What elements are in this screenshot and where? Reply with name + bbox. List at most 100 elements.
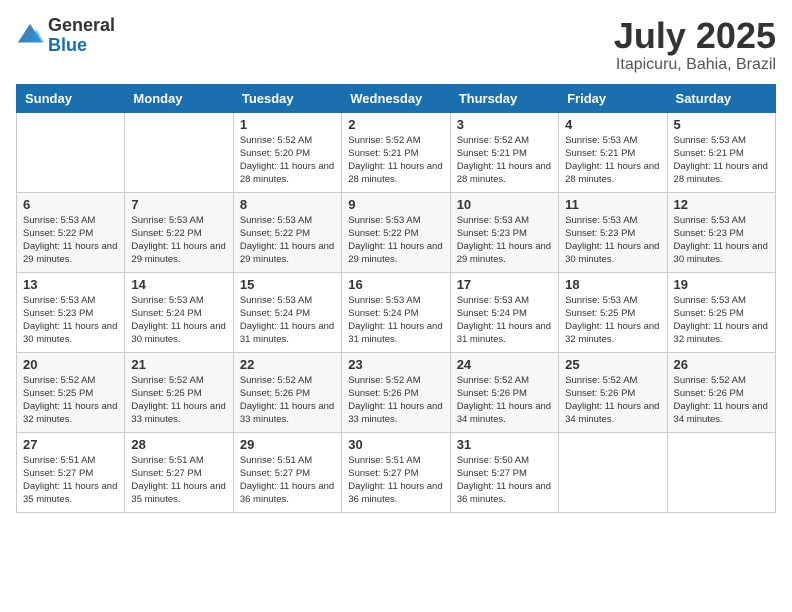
day-info: Sunrise: 5:53 AM Sunset: 5:23 PM Dayligh… <box>565 214 660 267</box>
calendar-day-cell <box>559 432 667 512</box>
logo-general-text: General <box>48 16 115 36</box>
calendar-day-cell: 25 Sunrise: 5:52 AM Sunset: 5:26 PM Dayli… <box>559 352 667 432</box>
calendar-day-cell: 11 Sunrise: 5:53 AM Sunset: 5:23 PM Dayli… <box>559 192 667 272</box>
day-info: Sunrise: 5:51 AM Sunset: 5:27 PM Dayligh… <box>131 454 226 507</box>
page-header: General Blue July 2025 Itapicuru, Bahia,… <box>16 16 776 74</box>
calendar-day-cell: 10Sunrise: 5:53 AM Sunset: 5:23 PM Dayli… <box>450 192 558 272</box>
logo-blue-text: Blue <box>48 36 115 56</box>
day-of-week-header: Friday <box>559 84 667 112</box>
day-info: Sunrise: 5:53 AM Sunset: 5:21 PM Dayligh… <box>674 134 769 187</box>
day-number: 24 <box>457 357 552 372</box>
calendar-day-cell: 1Sunrise: 5:52 AM Sunset: 5:20 PM Daylig… <box>233 112 341 192</box>
calendar-week-row: 1Sunrise: 5:52 AM Sunset: 5:20 PM Daylig… <box>17 112 776 192</box>
calendar-day-cell: 31Sunrise: 5:50 AM Sunset: 5:27 PM Dayli… <box>450 432 558 512</box>
calendar-day-cell: 9Sunrise: 5:53 AM Sunset: 5:22 PM Daylig… <box>342 192 450 272</box>
calendar-week-row: 27 Sunrise: 5:51 AM Sunset: 5:27 PM Dayli… <box>17 432 776 512</box>
calendar-day-cell: 28 Sunrise: 5:51 AM Sunset: 5:27 PM Dayli… <box>125 432 233 512</box>
day-number: 30 <box>348 437 443 452</box>
calendar-day-cell: 4Sunrise: 5:53 AM Sunset: 5:21 PM Daylig… <box>559 112 667 192</box>
day-number: 11 <box>565 197 660 212</box>
day-info: Sunrise: 5:52 AM Sunset: 5:25 PM Dayligh… <box>131 374 226 427</box>
calendar-day-cell: 14Sunrise: 5:53 AM Sunset: 5:24 PM Dayli… <box>125 272 233 352</box>
day-info: Sunrise: 5:52 AM Sunset: 5:20 PM Dayligh… <box>240 134 335 187</box>
calendar-day-cell: 22 Sunrise: 5:52 AM Sunset: 5:26 PM Dayli… <box>233 352 341 432</box>
calendar-day-cell: 27Sunrise: 5:51 AM Sunset: 5:27 PM Dayli… <box>17 432 125 512</box>
calendar-day-cell: 12 Sunrise: 5:53 AM Sunset: 5:23 PM Dayli… <box>667 192 775 272</box>
calendar-week-row: 6 Sunrise: 5:53 AM Sunset: 5:22 PM Daylig… <box>17 192 776 272</box>
day-info: Sunrise: 5:52 AM Sunset: 5:21 PM Dayligh… <box>348 134 443 187</box>
calendar-week-row: 20Sunrise: 5:52 AM Sunset: 5:25 PM Dayli… <box>17 352 776 432</box>
calendar-day-cell: 17Sunrise: 5:53 AM Sunset: 5:24 PM Dayli… <box>450 272 558 352</box>
day-number: 27 <box>23 437 118 452</box>
day-of-week-header: Thursday <box>450 84 558 112</box>
day-info: Sunrise: 5:53 AM Sunset: 5:22 PM Dayligh… <box>131 214 226 267</box>
calendar-week-row: 13 Sunrise: 5:53 AM Sunset: 5:23 PM Dayli… <box>17 272 776 352</box>
day-info: Sunrise: 5:52 AM Sunset: 5:26 PM Dayligh… <box>565 374 660 427</box>
day-of-week-header: Tuesday <box>233 84 341 112</box>
location-subtitle: Itapicuru, Bahia, Brazil <box>614 56 776 74</box>
calendar-day-cell <box>17 112 125 192</box>
day-info: Sunrise: 5:52 AM Sunset: 5:26 PM Dayligh… <box>674 374 769 427</box>
day-info: Sunrise: 5:53 AM Sunset: 5:23 PM Dayligh… <box>23 294 118 347</box>
day-number: 2 <box>348 117 443 132</box>
day-number: 12 <box>674 197 769 212</box>
logo-text: General Blue <box>48 16 115 56</box>
day-info: Sunrise: 5:52 AM Sunset: 5:21 PM Dayligh… <box>457 134 552 187</box>
calendar-day-cell: 6 Sunrise: 5:53 AM Sunset: 5:22 PM Daylig… <box>17 192 125 272</box>
calendar-day-cell: 20Sunrise: 5:52 AM Sunset: 5:25 PM Dayli… <box>17 352 125 432</box>
calendar-header: SundayMondayTuesdayWednesdayThursdayFrid… <box>17 84 776 112</box>
calendar-table: SundayMondayTuesdayWednesdayThursdayFrid… <box>16 84 776 513</box>
calendar-day-cell: 18 Sunrise: 5:53 AM Sunset: 5:25 PM Dayli… <box>559 272 667 352</box>
calendar-day-cell: 30 Sunrise: 5:51 AM Sunset: 5:27 PM Dayli… <box>342 432 450 512</box>
day-number: 21 <box>131 357 226 372</box>
calendar-day-cell: 13 Sunrise: 5:53 AM Sunset: 5:23 PM Dayli… <box>17 272 125 352</box>
day-number: 18 <box>565 277 660 292</box>
day-info: Sunrise: 5:52 AM Sunset: 5:26 PM Dayligh… <box>240 374 335 427</box>
logo-icon <box>16 22 44 50</box>
day-of-week-header: Monday <box>125 84 233 112</box>
day-info: Sunrise: 5:52 AM Sunset: 5:25 PM Dayligh… <box>23 374 118 427</box>
calendar-day-cell: 15Sunrise: 5:53 AM Sunset: 5:24 PM Dayli… <box>233 272 341 352</box>
day-number: 16 <box>348 277 443 292</box>
calendar-day-cell: 26Sunrise: 5:52 AM Sunset: 5:26 PM Dayli… <box>667 352 775 432</box>
month-year-title: July 2025 <box>614 16 776 56</box>
calendar-day-cell: 2 Sunrise: 5:52 AM Sunset: 5:21 PM Daylig… <box>342 112 450 192</box>
calendar-body: 1Sunrise: 5:52 AM Sunset: 5:20 PM Daylig… <box>17 112 776 512</box>
calendar-day-cell <box>667 432 775 512</box>
day-number: 22 <box>240 357 335 372</box>
calendar-day-cell: 21 Sunrise: 5:52 AM Sunset: 5:25 PM Dayli… <box>125 352 233 432</box>
day-of-week-header: Sunday <box>17 84 125 112</box>
day-number: 17 <box>457 277 552 292</box>
logo: General Blue <box>16 16 115 56</box>
day-info: Sunrise: 5:53 AM Sunset: 5:24 PM Dayligh… <box>131 294 226 347</box>
day-info: Sunrise: 5:53 AM Sunset: 5:24 PM Dayligh… <box>240 294 335 347</box>
calendar-day-cell: 23Sunrise: 5:52 AM Sunset: 5:26 PM Dayli… <box>342 352 450 432</box>
day-number: 19 <box>674 277 769 292</box>
calendar-day-cell: 29 Sunrise: 5:51 AM Sunset: 5:27 PM Dayli… <box>233 432 341 512</box>
calendar-day-cell: 7 Sunrise: 5:53 AM Sunset: 5:22 PM Daylig… <box>125 192 233 272</box>
days-of-week-row: SundayMondayTuesdayWednesdayThursdayFrid… <box>17 84 776 112</box>
day-number: 28 <box>131 437 226 452</box>
day-of-week-header: Wednesday <box>342 84 450 112</box>
day-number: 5 <box>674 117 769 132</box>
day-info: Sunrise: 5:53 AM Sunset: 5:23 PM Dayligh… <box>674 214 769 267</box>
day-number: 13 <box>23 277 118 292</box>
day-number: 29 <box>240 437 335 452</box>
day-number: 8 <box>240 197 335 212</box>
calendar-day-cell: 16 Sunrise: 5:53 AM Sunset: 5:24 PM Dayli… <box>342 272 450 352</box>
day-of-week-header: Saturday <box>667 84 775 112</box>
day-number: 6 <box>23 197 118 212</box>
calendar-day-cell: 5 Sunrise: 5:53 AM Sunset: 5:21 PM Daylig… <box>667 112 775 192</box>
day-info: Sunrise: 5:51 AM Sunset: 5:27 PM Dayligh… <box>240 454 335 507</box>
day-number: 25 <box>565 357 660 372</box>
day-info: Sunrise: 5:51 AM Sunset: 5:27 PM Dayligh… <box>348 454 443 507</box>
day-info: Sunrise: 5:53 AM Sunset: 5:25 PM Dayligh… <box>565 294 660 347</box>
day-number: 4 <box>565 117 660 132</box>
calendar-day-cell: 8Sunrise: 5:53 AM Sunset: 5:22 PM Daylig… <box>233 192 341 272</box>
day-info: Sunrise: 5:53 AM Sunset: 5:24 PM Dayligh… <box>348 294 443 347</box>
day-info: Sunrise: 5:50 AM Sunset: 5:27 PM Dayligh… <box>457 454 552 507</box>
day-number: 7 <box>131 197 226 212</box>
day-info: Sunrise: 5:53 AM Sunset: 5:23 PM Dayligh… <box>457 214 552 267</box>
calendar-day-cell: 24Sunrise: 5:52 AM Sunset: 5:26 PM Dayli… <box>450 352 558 432</box>
day-info: Sunrise: 5:53 AM Sunset: 5:22 PM Dayligh… <box>23 214 118 267</box>
